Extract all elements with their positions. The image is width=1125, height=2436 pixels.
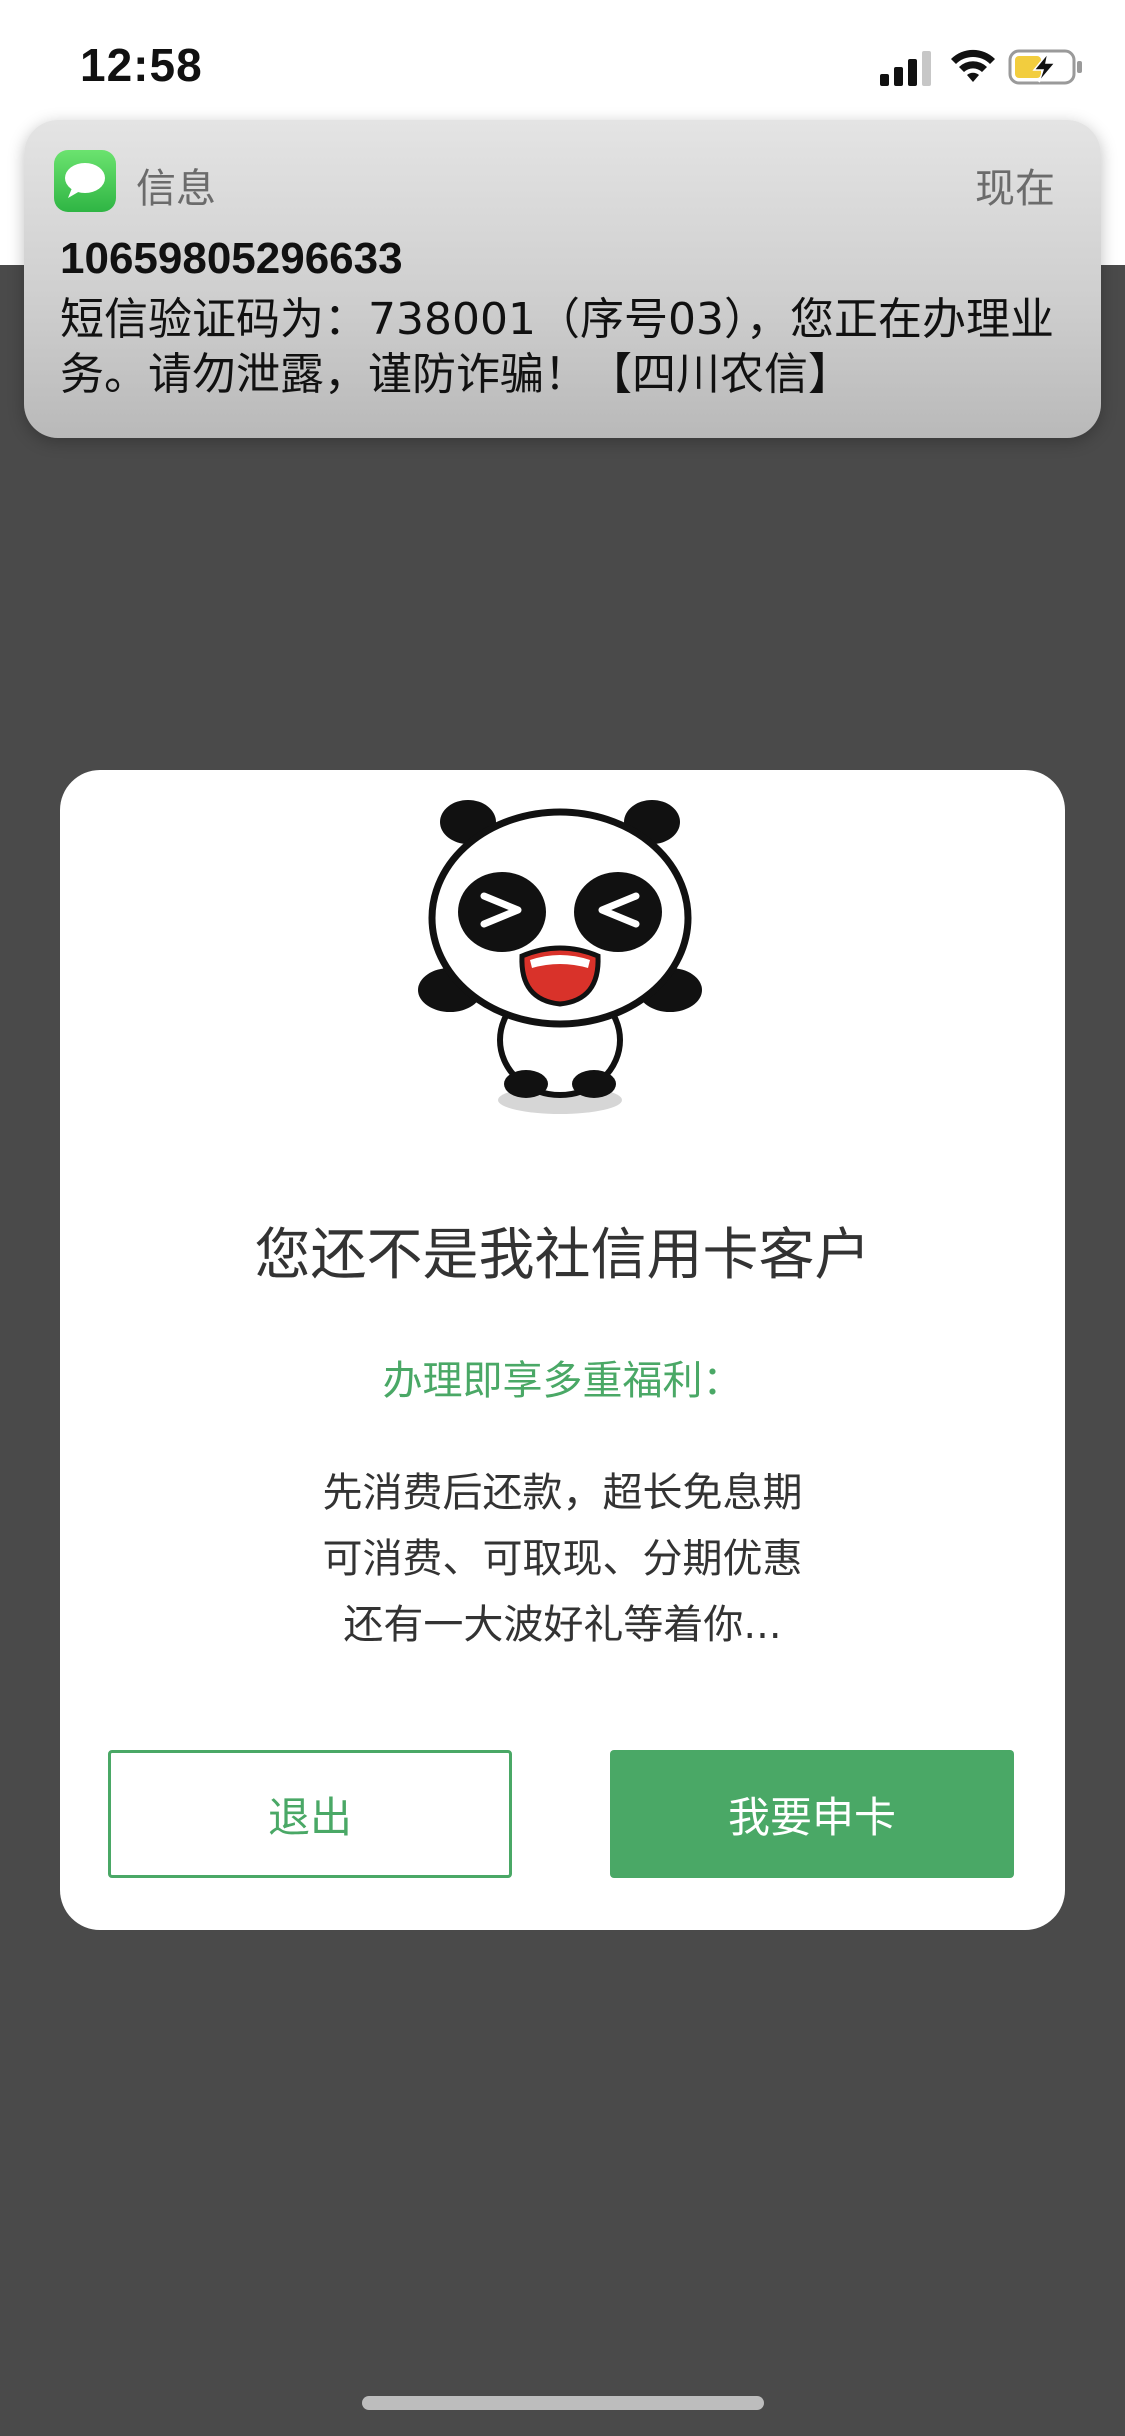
notification-time: 现在 [975, 166, 1055, 212]
status-time: 12:58 [80, 39, 203, 91]
benefit-line: 还有一大波好礼等着你... [343, 1602, 782, 1648]
notification-sender: 10659805296633 [60, 234, 403, 283]
benefit-line: 先消费后还款，超长免息期 [322, 1470, 803, 1516]
notification-app-name: 信息 [136, 166, 216, 212]
wifi-icon [951, 49, 995, 82]
battery-charging-icon [1008, 49, 1082, 85]
home-indicator[interactable] [362, 2396, 764, 2410]
panda-mascot-icon [418, 800, 702, 1114]
dialog-title: 您还不是我社信用卡客户 [254, 1223, 871, 1288]
apply-card-button[interactable]: 我要申卡 [610, 1750, 1014, 1878]
exit-button[interactable]: 退出 [108, 1750, 512, 1878]
credit-card-dialog: 您还不是我社信用卡客户 办理即享多重福利： 先消费后还款，超长免息期 可消费、可… [60, 770, 1065, 1930]
sms-notification-banner[interactable]: 信息 现在 10659805296633 短信验证码为：738001（序号03）… [24, 120, 1101, 438]
messages-app-icon [54, 150, 116, 212]
notification-body: 短信验证码为：738001（序号03），您正在办理业务。请勿泄露，谨防诈骗！【四… [60, 294, 1054, 400]
signal-icon [880, 51, 931, 86]
benefits-subtitle: 办理即享多重福利： [382, 1358, 743, 1404]
status-bar: 12:58 [0, 0, 1125, 130]
benefit-line: 可消费、可取现、分期优惠 [322, 1536, 803, 1582]
